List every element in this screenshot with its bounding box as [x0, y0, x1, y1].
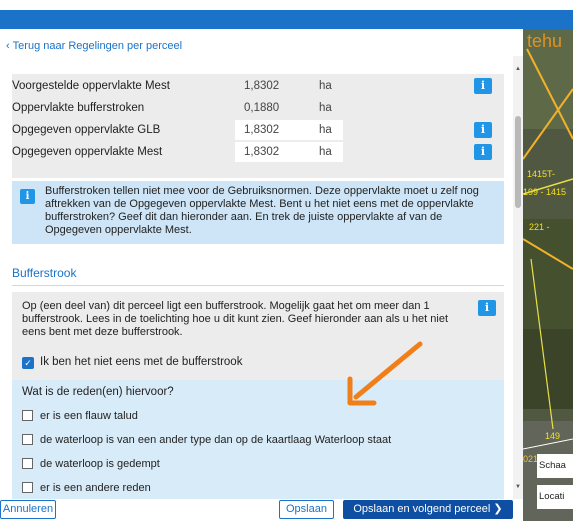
row-value: 1,8302 — [244, 146, 280, 158]
map-parcel-label: 221 - — [529, 222, 550, 232]
row-value: 1,8302 — [244, 80, 280, 92]
scroll-up-icon[interactable]: ▲ — [513, 66, 523, 72]
checkbox[interactable] — [22, 482, 33, 493]
row-unit: ha — [319, 80, 332, 92]
reason-option[interactable]: de waterloop is van een ander type dan o… — [22, 434, 391, 446]
info-icon[interactable]: i — [478, 300, 496, 316]
row-label: Voorgestelde oppervlakte Mest — [12, 80, 170, 92]
row-unit: ha — [319, 102, 332, 114]
map-panel[interactable]: tehu 1415T- 199 - 1415 221 - 149 021 slo… — [523, 29, 573, 521]
form-panel: Voorgestelde oppervlakte Mest 1,8302 ha … — [0, 56, 515, 499]
info-box-text: Bufferstroken tellen niet mee voor de Ge… — [45, 185, 479, 236]
option-label: er is een andere reden — [40, 482, 151, 494]
bufferstrook-block: Op (een deel van) dit perceel ligt een b… — [12, 292, 504, 380]
checkbox[interactable] — [22, 410, 33, 421]
info-icon[interactable]: i — [474, 122, 492, 138]
row-voorgestelde-mest: Voorgestelde oppervlakte Mest 1,8302 ha … — [12, 76, 504, 96]
annotation-arrow-icon — [347, 341, 423, 406]
scroll-down-icon[interactable]: ▼ — [513, 484, 523, 490]
save-next-label: Opslaan en volgend perceel — [353, 503, 491, 515]
reason-option[interactable]: er is een andere reden — [22, 482, 151, 494]
save-button[interactable]: Opslaan — [279, 500, 334, 519]
row-value: 1,8302 — [244, 124, 280, 136]
reason-question-block: Wat is de reden(en) hiervoor? er is een … — [12, 380, 504, 499]
map-background — [523, 29, 573, 521]
info-icon[interactable]: i — [474, 78, 492, 94]
row-bufferstroken: Oppervlakte bufferstroken 0,1880 ha — [12, 98, 504, 118]
bufferstrook-text: Op (een deel van) dit perceel ligt een b… — [22, 300, 449, 338]
panel-scrollbar[interactable]: ▲ ▼ — [513, 56, 523, 499]
back-link[interactable]: ‹ Terug naar Regelingen per perceel — [6, 40, 182, 52]
chevron-right-icon: ❯ — [493, 503, 503, 515]
section-divider — [12, 285, 504, 286]
section-title-bufferstrook: Bufferstrook — [12, 266, 77, 280]
form-footer: Annuleren Opslaan Opslaan en volgend per… — [0, 499, 523, 521]
info-icon: i — [20, 189, 35, 204]
save-next-button[interactable]: Opslaan en volgend perceel ❯ — [343, 500, 513, 519]
map-parcel-label: 149 — [545, 431, 561, 441]
top-bar — [0, 10, 573, 29]
row-label: Opgegeven oppervlakte Mest — [12, 146, 163, 158]
row-value: 0,1880 — [244, 102, 280, 114]
row-label: Oppervlakte bufferstroken — [12, 102, 145, 114]
map-title: tehu — [527, 31, 563, 51]
map-parcel-label: 199 - 1415 — [523, 187, 567, 197]
chevron-left-icon: ‹ — [6, 40, 10, 52]
reason-option[interactable]: de waterloop is gedempt — [22, 458, 160, 470]
reason-option[interactable]: er is een flauw talud — [22, 410, 138, 422]
map-location-box[interactable]: Locati — [537, 485, 573, 509]
row-label: Opgegeven oppervlakte GLB — [12, 124, 161, 136]
back-link-label: Terug naar Regelingen per perceel — [12, 40, 183, 52]
row-unit: ha — [319, 146, 332, 158]
bufferstrook-info-box: i Bufferstroken tellen niet mee voor de … — [12, 181, 504, 244]
disagree-checkbox[interactable]: ✓ — [22, 357, 34, 369]
question-label: Wat is de reden(en) hiervoor? — [22, 386, 174, 398]
option-label: er is een flauw talud — [40, 410, 138, 422]
checkbox[interactable] — [22, 434, 33, 445]
option-label: de waterloop is gedempt — [40, 458, 160, 470]
row-unit: ha — [319, 124, 332, 136]
cancel-button[interactable]: Annuleren — [0, 500, 56, 519]
map-scale-box[interactable]: Schaa — [537, 454, 573, 478]
map-parcel-label: 1415T- — [527, 169, 556, 179]
app-window: ‹ Terug naar Regelingen per perceel Voorg… — [0, 0, 573, 521]
disagree-checkbox-label[interactable]: Ik ben het niet eens met de bufferstrook — [40, 356, 242, 368]
checkbox[interactable] — [22, 458, 33, 469]
scrollbar-thumb[interactable] — [515, 116, 521, 208]
option-label: de waterloop is van een ander type dan o… — [40, 434, 392, 446]
row-opgegeven-glb: Opgegeven oppervlakte GLB 1,8302 ha i — [12, 120, 504, 140]
row-opgegeven-mest: Opgegeven oppervlakte Mest 1,8302 ha i — [12, 142, 504, 162]
info-icon[interactable]: i — [474, 144, 492, 160]
